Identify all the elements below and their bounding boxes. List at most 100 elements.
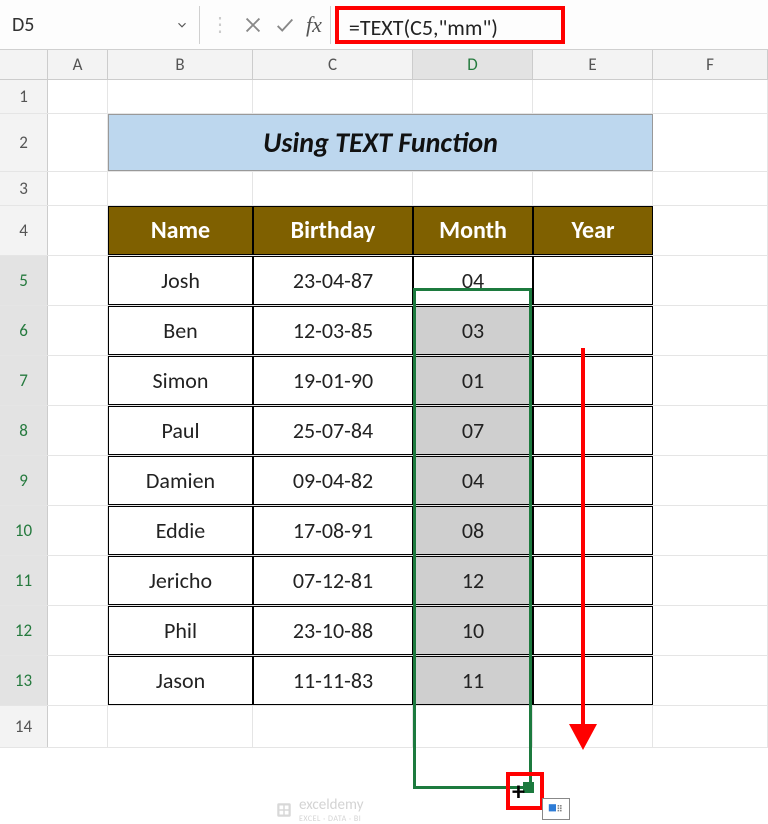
cell-month[interactable]: 04 [413,456,533,505]
cell-birthday[interactable]: 17-08-91 [253,506,413,555]
header-birthday[interactable]: Birthday [253,206,413,255]
cell[interactable] [48,606,108,655]
row-header[interactable]: 4 [0,206,48,255]
cell[interactable] [48,256,108,305]
cell-year[interactable] [533,356,653,405]
row-header[interactable]: 3 [0,172,48,205]
cell[interactable] [48,206,108,255]
cell-birthday[interactable]: 19-01-90 [253,356,413,405]
cell-year[interactable] [533,506,653,555]
cell-month[interactable]: 08 [413,506,533,555]
header-year[interactable]: Year [533,206,653,255]
cell-year[interactable] [533,606,653,655]
cell-birthday[interactable]: 12-03-85 [253,306,413,355]
cell[interactable] [253,706,413,747]
row-header[interactable]: 13 [0,656,48,705]
cell-name[interactable]: Eddie [108,506,253,555]
col-header-d[interactable]: D [413,50,533,79]
cell-name[interactable]: Phil [108,606,253,655]
cell[interactable] [108,172,253,205]
row-header[interactable]: 6 [0,306,48,355]
cell[interactable] [653,206,768,255]
cancel-icon[interactable] [242,14,264,36]
cell-birthday[interactable]: 25-07-84 [253,406,413,455]
cell-year[interactable] [533,656,653,705]
cell-month[interactable]: 01 [413,356,533,405]
cell-name[interactable]: Damien [108,456,253,505]
cell[interactable] [653,172,768,205]
row-header[interactable]: 9 [0,456,48,505]
cell[interactable] [48,306,108,355]
cell-birthday[interactable]: 11-11-83 [253,656,413,705]
cell[interactable] [653,80,768,113]
row-header[interactable]: 10 [0,506,48,555]
formula-input[interactable]: =TEXT(C5,"mm") [335,6,565,44]
cell-year[interactable] [533,306,653,355]
col-header-f[interactable]: F [653,50,768,79]
cell[interactable] [653,256,768,305]
cell[interactable] [48,656,108,705]
header-name[interactable]: Name [108,206,253,255]
cell-month[interactable]: 04 [413,256,533,305]
enter-icon[interactable] [274,14,296,36]
cell[interactable] [653,656,768,705]
cell[interactable] [253,80,413,113]
cell[interactable] [48,356,108,405]
autofill-options-button[interactable] [542,798,570,820]
cell[interactable] [653,306,768,355]
cell-year[interactable] [533,556,653,605]
row-header[interactable]: 2 [0,114,48,171]
col-header-a[interactable]: A [48,50,108,79]
cell[interactable] [48,506,108,555]
name-box[interactable]: D5 [0,6,200,44]
cell[interactable] [48,172,108,205]
row-header[interactable]: 12 [0,606,48,655]
cell-name[interactable]: Paul [108,406,253,455]
cell[interactable] [48,456,108,505]
title-cell[interactable]: Using TEXT Function [108,114,653,171]
fx-icon[interactable]: fx [306,12,322,38]
cell[interactable] [48,406,108,455]
cell-month[interactable]: 11 [413,656,533,705]
cell-name[interactable]: Josh [108,256,253,305]
col-header-e[interactable]: E [533,50,653,79]
cell-year[interactable] [533,406,653,455]
cell[interactable] [653,706,768,747]
cell[interactable] [48,706,108,747]
cell[interactable] [48,556,108,605]
row-header[interactable]: 7 [0,356,48,405]
cell[interactable] [48,114,108,171]
select-all-corner[interactable] [0,50,48,79]
cell-month[interactable]: 07 [413,406,533,455]
cell-month[interactable]: 03 [413,306,533,355]
cell[interactable] [653,356,768,405]
cell-name[interactable]: Jericho [108,556,253,605]
cell[interactable] [253,172,413,205]
cell-birthday[interactable]: 23-10-88 [253,606,413,655]
cell[interactable] [533,80,653,113]
cell-birthday[interactable]: 07-12-81 [253,556,413,605]
cell[interactable] [413,80,533,113]
cell-name[interactable]: Jason [108,656,253,705]
cell-name[interactable]: Simon [108,356,253,405]
cell[interactable] [653,606,768,655]
cell[interactable] [413,172,533,205]
row-header[interactable]: 1 [0,80,48,113]
col-header-c[interactable]: C [253,50,413,79]
cell-year[interactable] [533,256,653,305]
cell-name[interactable]: Ben [108,306,253,355]
header-month[interactable]: Month [413,206,533,255]
row-header[interactable]: 14 [0,706,48,747]
row-header[interactable]: 11 [0,556,48,605]
cell[interactable] [108,80,253,113]
row-header[interactable]: 5 [0,256,48,305]
row-header[interactable]: 8 [0,406,48,455]
cell-birthday[interactable]: 23-04-87 [253,256,413,305]
cell[interactable] [533,172,653,205]
cell[interactable] [653,556,768,605]
cell[interactable] [653,456,768,505]
cell[interactable] [108,706,253,747]
cell-birthday[interactable]: 09-04-82 [253,456,413,505]
col-header-b[interactable]: B [108,50,253,79]
cell-year[interactable] [533,456,653,505]
